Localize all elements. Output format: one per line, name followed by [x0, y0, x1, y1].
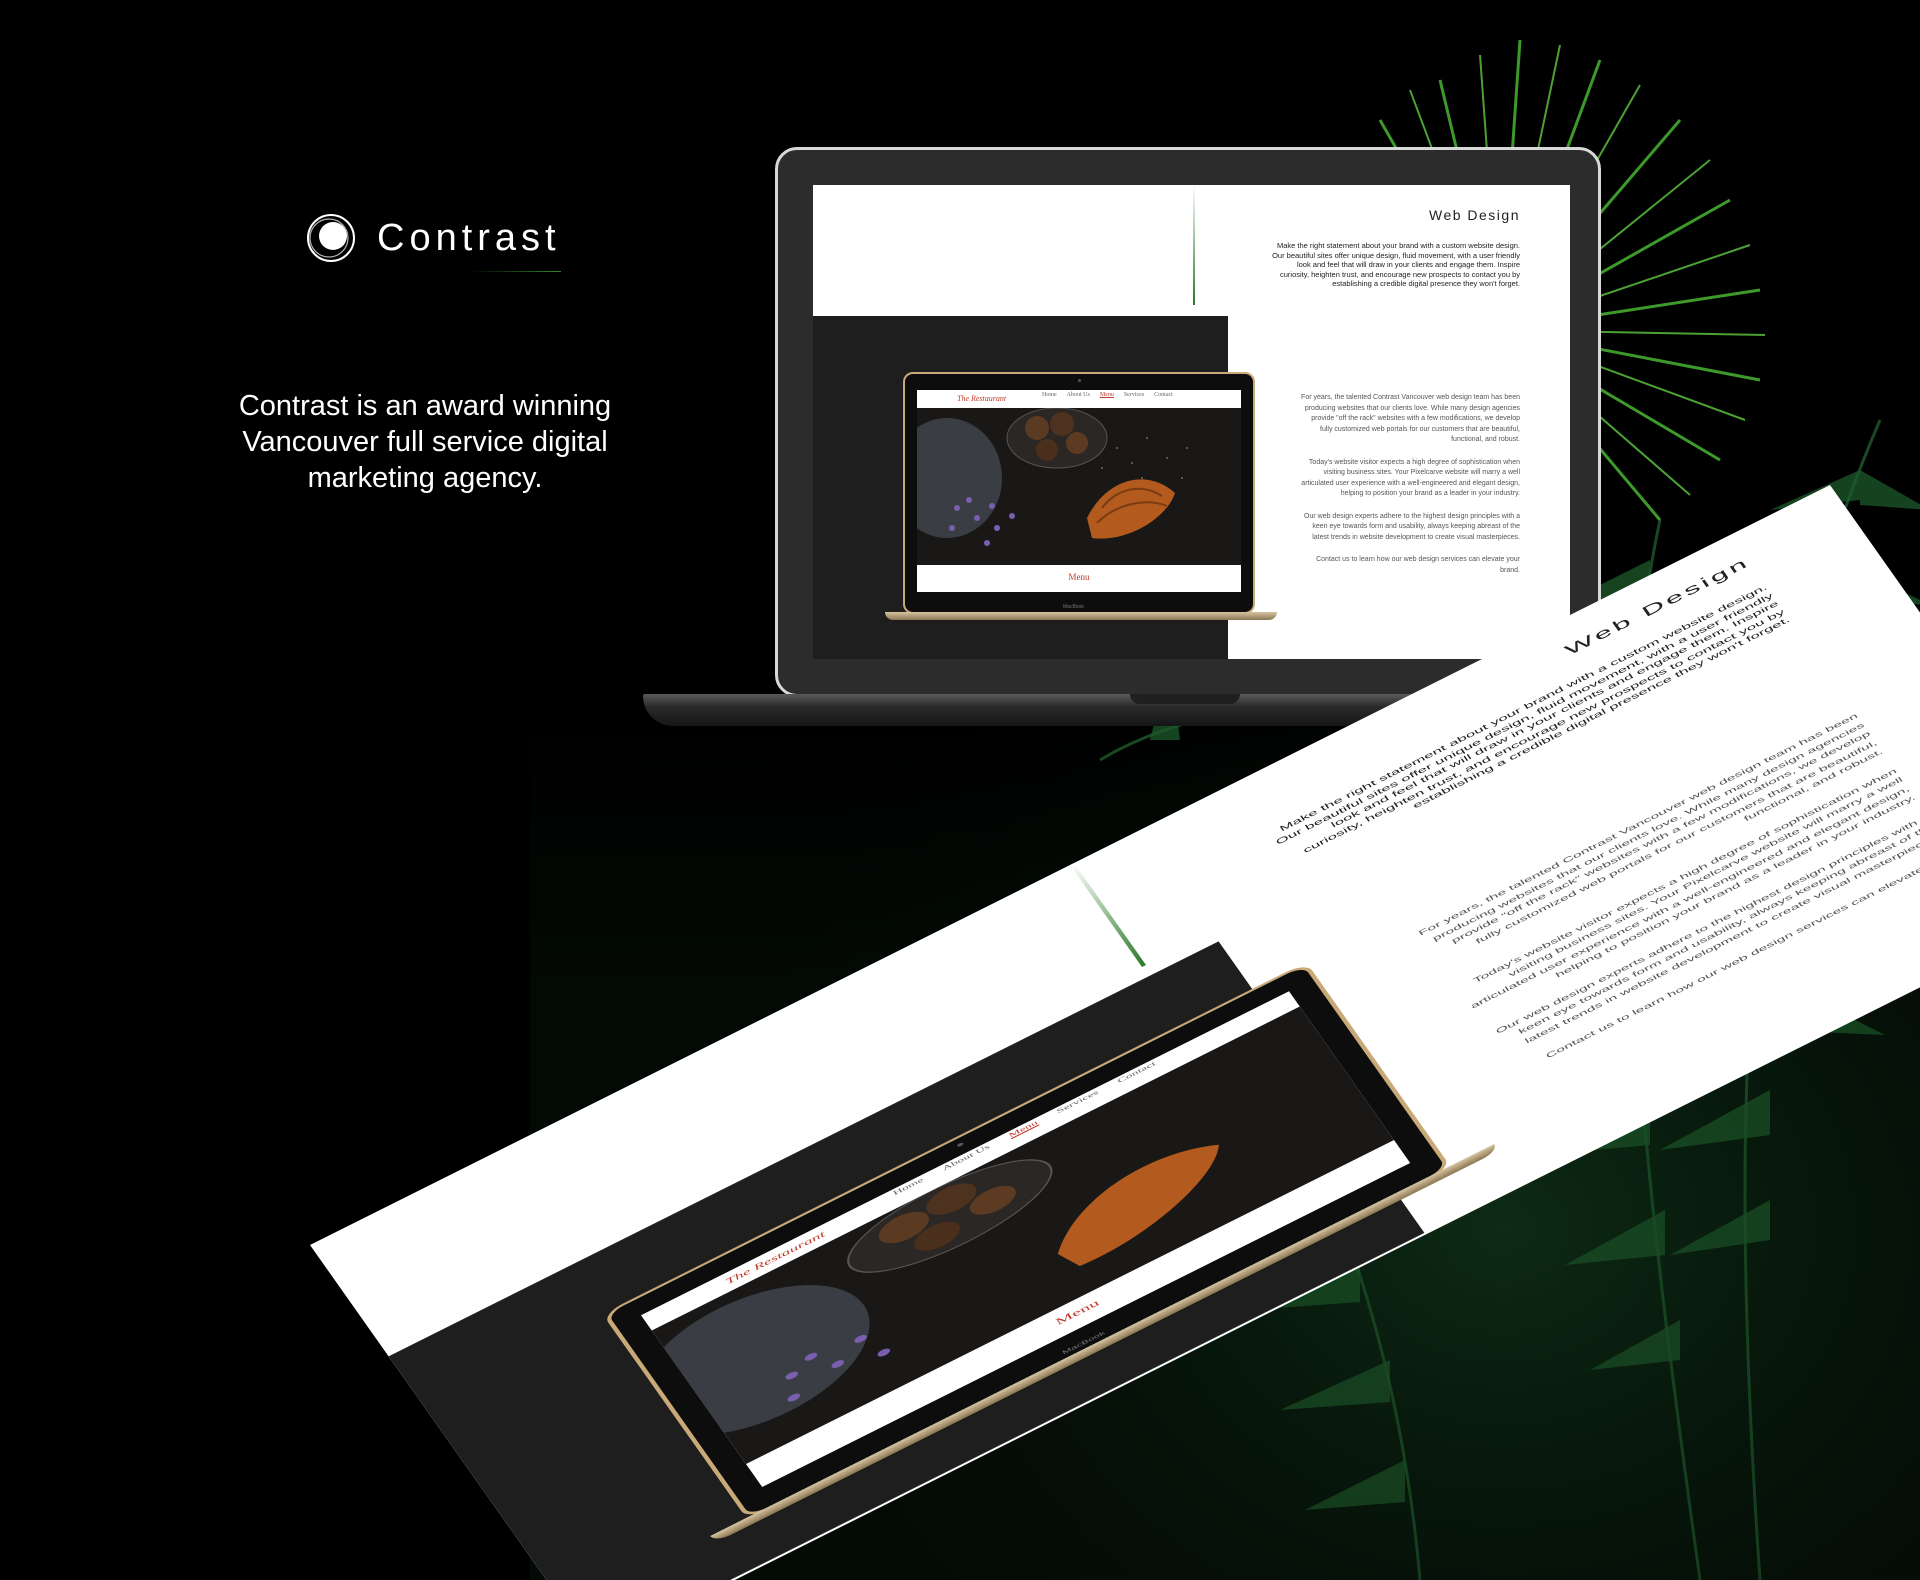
- food-photo: [917, 408, 1241, 565]
- mini-macbook-base: [885, 612, 1277, 620]
- paragraph: Today's website visitor expects a high d…: [1301, 458, 1520, 498]
- page: Contrast Contrast is an award winning Va…: [0, 0, 1920, 1580]
- restaurant-site: The Restaurant Home About Us Menu Servic…: [917, 390, 1241, 592]
- brand-underline: [470, 270, 561, 272]
- body-text: For years, the talented Contrast Vancouv…: [1298, 393, 1520, 588]
- nav-contact[interactable]: Contact: [1154, 392, 1173, 398]
- page-title: Web Design: [1428, 207, 1520, 223]
- paragraph: Contact us to learn how our web design s…: [1316, 556, 1520, 574]
- intro-text: Make the right statement about your bran…: [1272, 241, 1520, 288]
- restaurant-nav-links: Home About Us Menu Services Contact: [1042, 392, 1173, 398]
- laptop-notch: [1130, 694, 1240, 704]
- mini-macbook: The Restaurant Home About Us Menu Servic…: [903, 372, 1255, 614]
- laptop-screen: Web Design Make the right statement abou…: [813, 185, 1570, 659]
- food-photo-illustration: [917, 408, 1241, 565]
- device-label: MacBook: [1063, 604, 1084, 610]
- paragraph: For years, the talented Contrast Vancouv…: [1301, 394, 1520, 443]
- nav-about[interactable]: About Us: [1067, 392, 1090, 398]
- restaurant-menu-heading: Menu: [1068, 572, 1090, 582]
- camera-dot: [1078, 379, 1081, 382]
- restaurant-brand: The Restaurant: [957, 393, 1007, 403]
- paragraph: Our web design experts adhere to the hig…: [1304, 512, 1520, 541]
- contrast-logo-icon: [307, 214, 355, 262]
- nav-services[interactable]: Services: [1124, 392, 1144, 398]
- nav-home[interactable]: Home: [1042, 392, 1057, 398]
- brand-name: Contrast: [377, 217, 561, 272]
- accent-line: [1193, 185, 1195, 305]
- laptop-mockup: Web Design Make the right statement abou…: [775, 147, 1601, 697]
- tagline: Contrast is an award winning Vancouver f…: [238, 390, 612, 494]
- restaurant-nav: The Restaurant Home About Us Menu Servic…: [917, 390, 1241, 406]
- brand: Contrast: [305, 212, 561, 272]
- nav-menu[interactable]: Menu: [1100, 392, 1114, 398]
